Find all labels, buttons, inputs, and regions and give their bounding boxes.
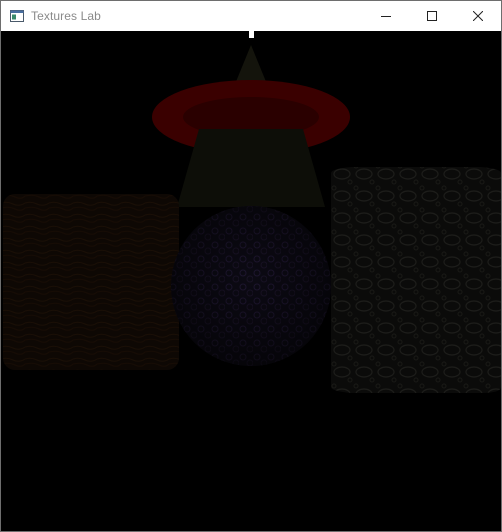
app-window: Textures Lab <box>0 0 502 532</box>
maximize-icon <box>427 11 437 21</box>
close-button[interactable] <box>455 1 501 31</box>
cube-object <box>3 194 179 370</box>
window-controls <box>363 1 501 31</box>
scene-canvas <box>3 31 501 393</box>
cylinder-object <box>331 167 501 393</box>
render-viewport[interactable] <box>1 31 501 531</box>
origin-marker <box>249 31 254 38</box>
maximize-button[interactable] <box>409 1 455 31</box>
minimize-icon <box>381 16 391 17</box>
window-title: Textures Lab <box>31 9 101 23</box>
minimize-button[interactable] <box>363 1 409 31</box>
frustum-object <box>177 129 325 207</box>
title-bar[interactable]: Textures Lab <box>1 1 501 31</box>
close-icon <box>473 11 483 21</box>
app-icon <box>9 8 25 24</box>
